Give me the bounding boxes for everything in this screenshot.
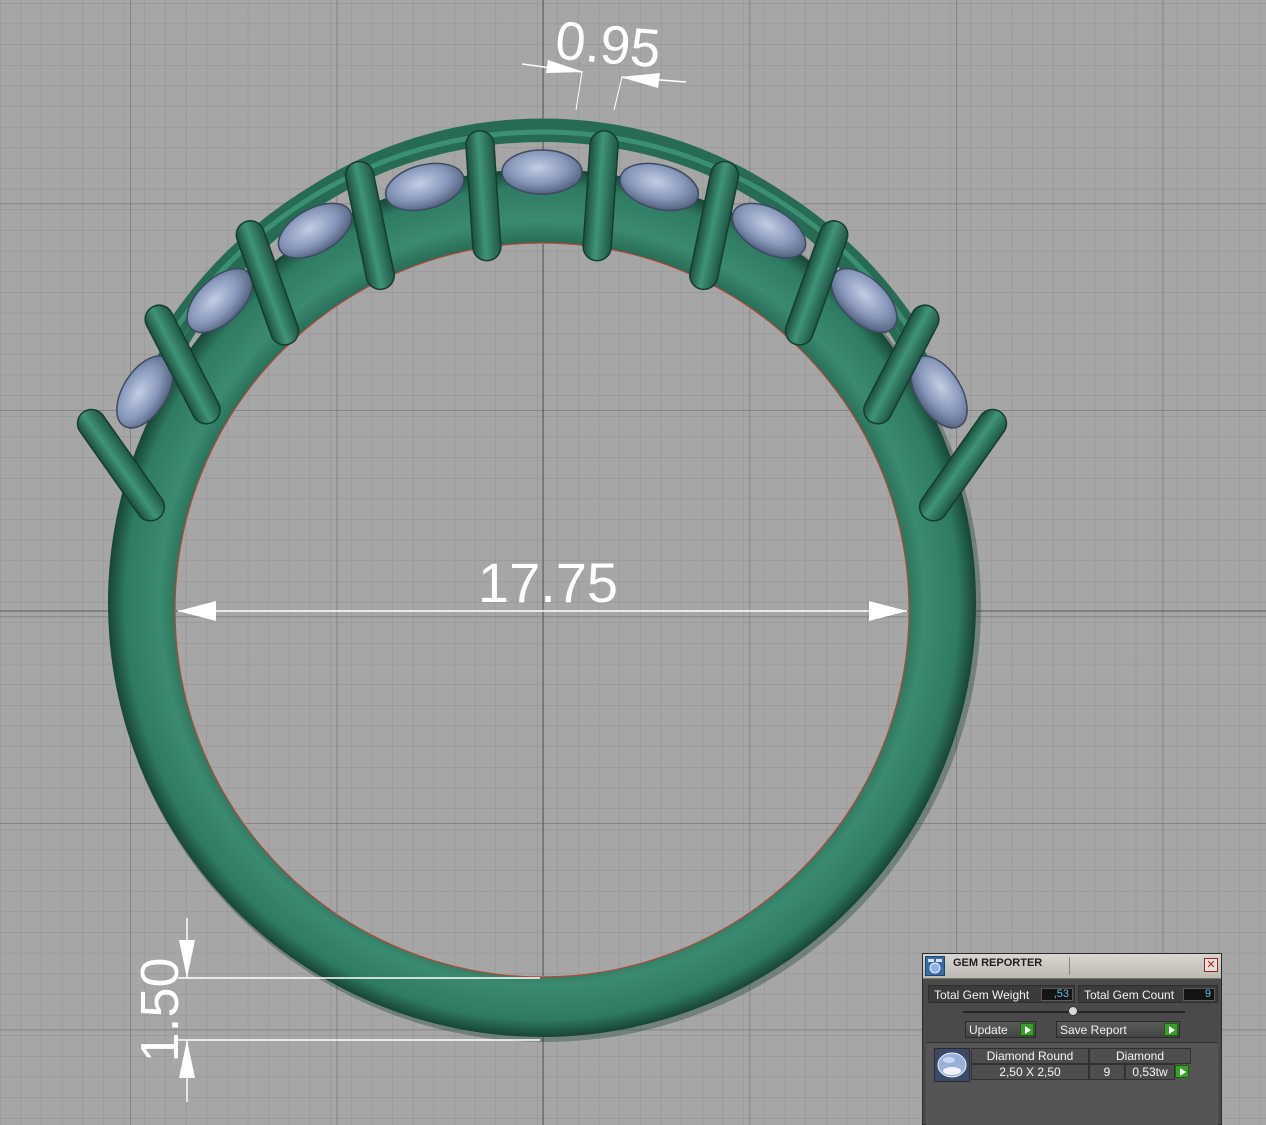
titlebar-separator	[1069, 957, 1070, 975]
dimension-diameter-label: 17.75	[478, 551, 618, 614]
total-gem-count-box: Total Gem Count 9	[1078, 985, 1218, 1003]
gem-shape-cell: Diamond Round	[971, 1048, 1089, 1064]
gem-row-go-button[interactable]	[1175, 1064, 1191, 1080]
dimension-thickness-label: 1.50	[130, 957, 190, 1062]
total-gem-count-label: Total Gem Count	[1084, 988, 1175, 1002]
total-gem-count-value: 9	[1183, 988, 1215, 1001]
gem-list[interactable]: Diamond Round Diamond 2,50 X 2,50 9 0,53…	[926, 1042, 1218, 1125]
update-button-label: Update	[969, 1023, 1008, 1037]
gem-weight-cell: 0,53tw	[1125, 1064, 1175, 1080]
save-report-button-label: Save Report	[1060, 1023, 1127, 1037]
gem-reporter-panel[interactable]: GEM REPORTER ✕ Total Gem Weight ,53 Tota…	[922, 953, 1222, 1125]
play-arrow-icon	[1164, 1023, 1178, 1036]
gem-reporter-title: GEM REPORTER	[953, 957, 1043, 969]
close-icon[interactable]: ✕	[1204, 958, 1218, 972]
total-gem-weight-label: Total Gem Weight	[934, 988, 1030, 1002]
total-gem-weight-box: Total Gem Weight ,53	[928, 985, 1075, 1003]
gem-count-cell: 9	[1089, 1064, 1125, 1080]
round-gem-icon	[934, 1048, 970, 1082]
update-button[interactable]: Update	[965, 1021, 1036, 1038]
gem-reporter-logo-icon	[925, 956, 945, 976]
gem-material-cell: Diamond	[1089, 1048, 1191, 1064]
gem-stone	[501, 149, 583, 195]
dimension-top-gap-label: 0.95	[553, 11, 663, 80]
panel-splitter-handle[interactable]	[1068, 1006, 1078, 1016]
total-gem-weight-value: ,53	[1041, 988, 1073, 1001]
play-arrow-icon	[1020, 1023, 1034, 1036]
gem-reporter-titlebar[interactable]: GEM REPORTER ✕	[923, 954, 1221, 979]
gem-size-cell: 2,50 X 2,50	[971, 1064, 1089, 1080]
save-report-button[interactable]: Save Report	[1056, 1021, 1180, 1038]
play-arrow-icon	[1175, 1065, 1189, 1078]
